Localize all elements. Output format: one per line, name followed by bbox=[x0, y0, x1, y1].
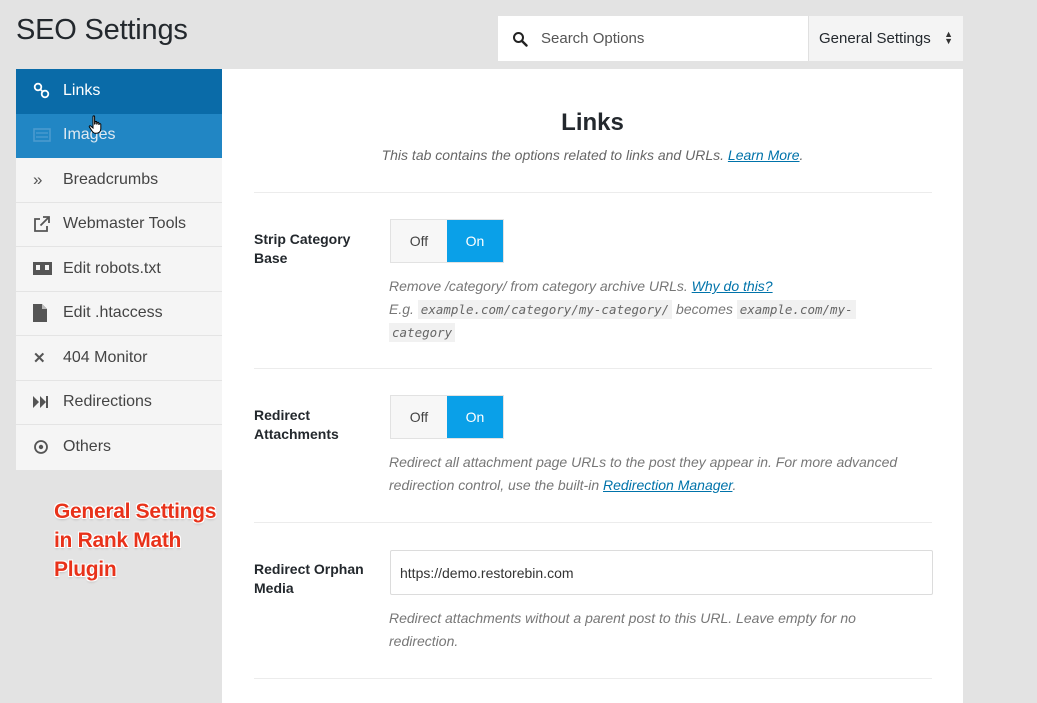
strip-category-label: Strip Category Base bbox=[254, 231, 351, 266]
link-icon bbox=[33, 82, 55, 100]
divider bbox=[254, 522, 932, 523]
redirect-orphan-url-input[interactable] bbox=[390, 550, 933, 595]
toggle-off-option[interactable]: Off bbox=[391, 220, 447, 262]
search-box[interactable] bbox=[498, 16, 808, 61]
sidebar-item-label: Links bbox=[63, 81, 101, 99]
sidebar-item-label: Breadcrumbs bbox=[63, 170, 159, 188]
sidebar-item-label: 404 Monitor bbox=[63, 348, 148, 366]
redirect-attachments-label: Redirect Attachments bbox=[254, 407, 339, 442]
select-arrows-icon: ▲ ▼ bbox=[944, 29, 953, 46]
settings-select[interactable]: General Settings ▲ ▼ bbox=[808, 16, 963, 61]
sidebar-item-robots[interactable]: Edit robots.txt bbox=[16, 247, 222, 292]
sidebar-item-redirections[interactable]: Redirections bbox=[16, 381, 222, 425]
redirect-orphan-label: Redirect Orphan Media bbox=[254, 561, 364, 596]
redirect-attachments-toggle[interactable]: Off On bbox=[390, 395, 504, 439]
search-icon bbox=[513, 31, 528, 47]
sidebar-item-htaccess[interactable]: Edit .htaccess bbox=[16, 292, 222, 336]
strip-category-toggle[interactable]: Off On bbox=[390, 219, 504, 263]
robot-icon bbox=[33, 260, 55, 278]
section-description: This tab contains the options related to… bbox=[381, 147, 804, 163]
sidebar-item-breadcrumbs[interactable]: » Breadcrumbs bbox=[16, 158, 222, 203]
why-do-this-link[interactable]: Why do this? bbox=[692, 278, 773, 294]
toggle-on-option[interactable]: On bbox=[447, 396, 503, 438]
sidebar: Links Images » Breadcrumbs Webmaster Too… bbox=[16, 69, 222, 470]
settings-select-value: General Settings bbox=[819, 30, 931, 47]
sidebar-item-label: Edit .htaccess bbox=[63, 304, 163, 322]
toggle-on-option[interactable]: On bbox=[447, 220, 503, 262]
page-title: SEO Settings bbox=[16, 14, 188, 46]
divider bbox=[254, 678, 932, 679]
sidebar-item-webmaster-tools[interactable]: Webmaster Tools bbox=[16, 203, 222, 247]
image-icon bbox=[33, 126, 55, 144]
example-code: category bbox=[389, 323, 456, 342]
fast-forward-icon bbox=[33, 393, 55, 411]
redirect-attachments-description: Redirect all attachment page URLs to the… bbox=[389, 454, 898, 493]
sidebar-item-others[interactable]: Others bbox=[16, 425, 222, 470]
redirect-orphan-description: Redirect attachments without a parent po… bbox=[389, 610, 856, 649]
example-code: example.com/my- bbox=[736, 299, 856, 319]
circle-dot-icon bbox=[33, 438, 55, 456]
redirection-manager-link[interactable]: Redirection Manager bbox=[603, 477, 732, 493]
learn-more-link[interactable]: Learn More bbox=[728, 147, 800, 163]
external-link-icon bbox=[33, 215, 55, 233]
settings-panel: Links This tab contains the options rela… bbox=[222, 69, 963, 703]
sidebar-item-404-monitor[interactable]: ✕ 404 Monitor bbox=[16, 336, 222, 381]
sidebar-item-links[interactable]: Links bbox=[16, 69, 222, 114]
divider bbox=[254, 192, 932, 193]
section-title: Links bbox=[561, 109, 624, 136]
hand-cursor-icon bbox=[88, 115, 102, 134]
sidebar-item-label: Others bbox=[63, 438, 112, 456]
close-icon: ✕ bbox=[33, 349, 46, 367]
example-code: example.com/category/my-category/ bbox=[417, 299, 673, 319]
sidebar-item-label: Webmaster Tools bbox=[63, 215, 187, 233]
toggle-off-option[interactable]: Off bbox=[391, 396, 447, 438]
sidebar-item-images[interactable]: Images bbox=[16, 113, 222, 158]
search-input[interactable] bbox=[541, 30, 791, 47]
file-icon bbox=[33, 304, 55, 323]
annotation-text: General Settings in Rank Math Plugin bbox=[54, 500, 217, 581]
divider bbox=[254, 368, 932, 369]
strip-category-description: Remove /category/ from category archive … bbox=[389, 275, 919, 345]
sidebar-item-label: Edit robots.txt bbox=[63, 259, 161, 277]
sidebar-item-label: Redirections bbox=[63, 393, 152, 411]
chevrons-right-icon: » bbox=[33, 169, 43, 189]
